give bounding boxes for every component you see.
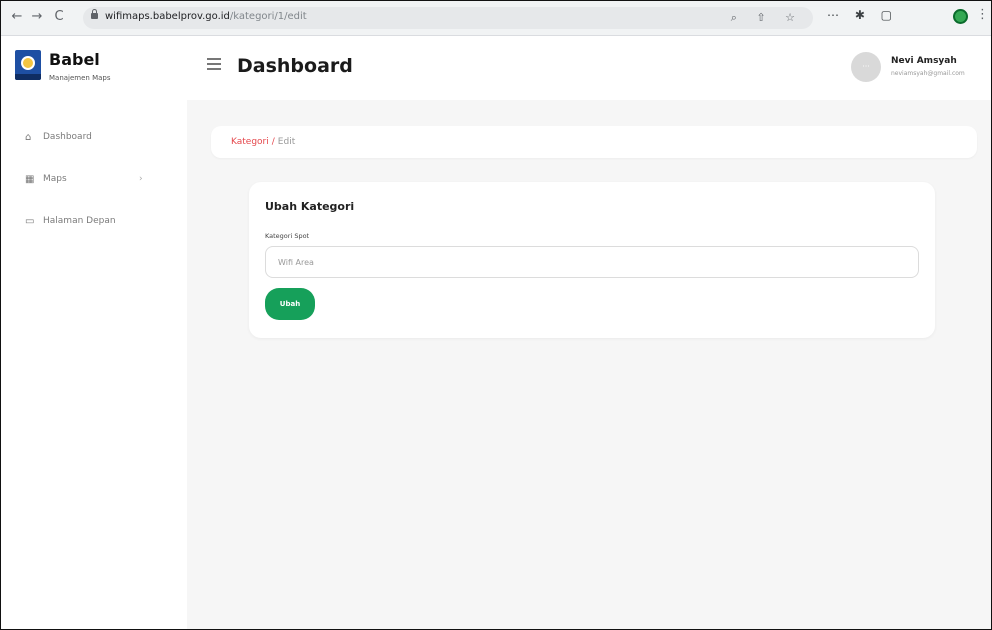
omnibox-action-icons[interactable]: ⌕ ⇧ ☆ — [731, 11, 803, 25]
breadcrumb-trail: Kategori / Edit — [231, 137, 295, 147]
monitor-icon: ▭ — [25, 215, 35, 227]
top-header: Dashboard ··· Nevi Amsyah neviamsyah@gma… — [187, 36, 991, 100]
sidebar-menu: ⌂ Dashboard ▦ Maps › ▭ Halaman Depan — [1, 116, 187, 242]
sidebar-item-dashboard[interactable]: ⌂ Dashboard — [1, 116, 187, 158]
page-title: Dashboard — [237, 55, 353, 77]
user-email: neviamsyah@gmail.com — [891, 70, 965, 77]
brand-subtitle: Manajemen Maps — [49, 74, 111, 82]
brand-logo — [15, 50, 41, 80]
sidebar-item-halaman-depan[interactable]: ▭ Halaman Depan — [1, 200, 187, 242]
user-name: Nevi Amsyah — [891, 56, 957, 66]
hamburger-icon[interactable] — [207, 58, 221, 70]
category-field-label: Kategori Spot — [265, 232, 310, 240]
sidebar-item-label: Dashboard — [43, 132, 92, 142]
sidebar: Babel Manajemen Maps ⌂ Dashboard ▦ Maps … — [1, 36, 187, 629]
main-content: Kategori / Edit Ubah Kategori Kategori Spo… — [187, 100, 991, 629]
browser-toolbar: ← → C wifimaps.babelprov.go.id/kategori/… — [1, 1, 991, 36]
grid-icon: ▦ — [25, 173, 35, 185]
sidebar-item-maps[interactable]: ▦ Maps › — [1, 158, 187, 200]
extensions-icons[interactable]: ⋯ ✱ ▢ — [827, 8, 898, 22]
forward-icon[interactable]: → — [29, 9, 45, 25]
submit-button[interactable]: Ubah — [265, 288, 315, 320]
url-host: wifimaps.babelprov.go.id — [105, 11, 230, 22]
back-icon[interactable]: ← — [9, 9, 25, 25]
browser-menu-icon[interactable]: ⋮ — [976, 7, 989, 22]
chevron-right-icon: › — [139, 174, 143, 184]
breadcrumb: Kategori / Edit — [211, 126, 977, 158]
url-path: /kategori/1/edit — [229, 11, 307, 22]
breadcrumb-separator: / — [271, 137, 275, 147]
profile-icon[interactable] — [953, 9, 968, 24]
url-text[interactable]: wifimaps.babelprov.go.id/kategori/1/edit — [105, 11, 307, 22]
app-frame: ← → C wifimaps.babelprov.go.id/kategori/… — [0, 0, 992, 630]
address-bar[interactable]: wifimaps.babelprov.go.id/kategori/1/edit… — [83, 7, 813, 29]
edit-category-card: Ubah Kategori Kategori Spot Ubah — [249, 182, 935, 338]
avatar[interactable]: ··· — [851, 52, 881, 82]
sidebar-item-label: Maps — [43, 174, 67, 184]
home-icon: ⌂ — [25, 131, 32, 143]
breadcrumb-current: Edit — [277, 137, 296, 147]
category-input[interactable] — [265, 246, 919, 278]
card-title: Ubah Kategori — [265, 200, 355, 213]
breadcrumb-link-kategori[interactable]: Kategori — [231, 137, 269, 147]
brand-name: Babel — [49, 50, 100, 69]
sidebar-item-label: Halaman Depan — [43, 216, 116, 226]
reload-icon[interactable]: C — [51, 9, 67, 25]
lock-icon — [91, 9, 98, 19]
